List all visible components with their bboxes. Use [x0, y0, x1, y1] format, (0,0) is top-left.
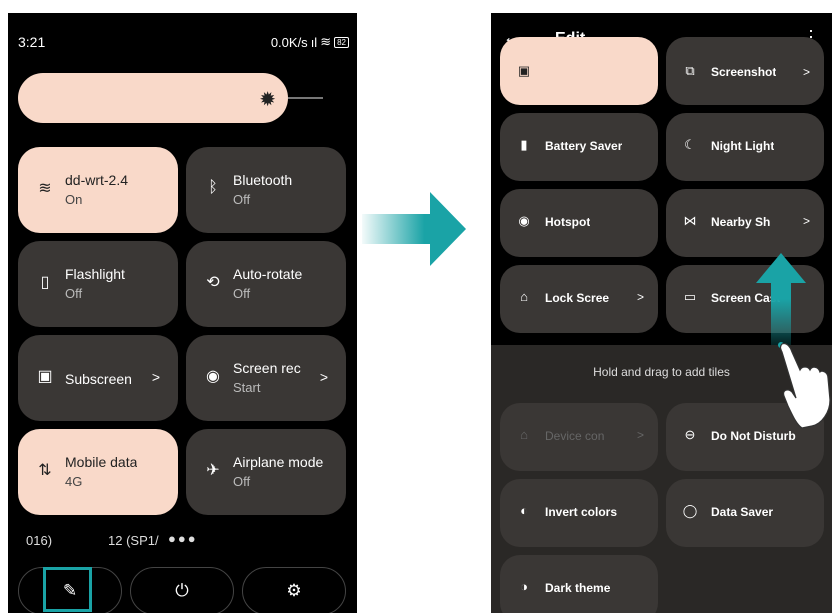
screen-icon: ▣: [517, 63, 531, 78]
edit-highlight-box: [43, 567, 92, 612]
tile-auto-rotate[interactable]: ⟲ Auto-rotate Off: [186, 241, 346, 327]
lock-icon: ⌂: [520, 289, 528, 304]
settings-button[interactable]: ⚙: [242, 567, 346, 613]
brightness-track[interactable]: [288, 97, 323, 99]
hotspot-icon: ◉: [518, 213, 530, 228]
page-indicator: ●●●: [168, 531, 198, 546]
tile-label: Bluetooth: [233, 172, 293, 188]
airplane-icon: ✈: [206, 462, 220, 479]
tile-label: Hotspot: [545, 215, 591, 229]
tile-label: Nearby Sh: [711, 215, 771, 229]
tile-lock-screen[interactable]: ⌂ Lock Scree >: [500, 265, 658, 333]
tile-status: Off: [233, 192, 251, 207]
chevron-right-icon: >: [151, 369, 160, 385]
wifi-status-icon: ≋: [320, 34, 332, 49]
flashlight-icon: ▯: [40, 274, 50, 291]
tile-label: Screenshot: [711, 65, 777, 79]
tile-battery-saver[interactable]: ▮ Battery Saver: [500, 113, 658, 181]
build-number: 016): [26, 533, 53, 548]
power-button[interactable]: ⏻: [130, 567, 234, 613]
tile-status: Start: [233, 380, 261, 395]
moon-icon: ☾: [684, 137, 696, 152]
tile-label: Data Saver: [711, 505, 774, 519]
chevron-right-icon: >: [636, 428, 644, 442]
tile-screen-record[interactable]: ◉ Screen rec Start >: [186, 335, 346, 421]
tile-label: Device con: [545, 429, 605, 443]
home-icon: ⌂: [520, 427, 528, 442]
tile-partial[interactable]: ▣: [500, 37, 658, 105]
battery-icon: 82: [334, 36, 349, 48]
quick-settings-screen: 3:21 0.0K/s ıl ≋ 82 ✹ ≋ dd-wrt-2.4 On ᛒ …: [8, 13, 357, 613]
rotate-icon: ⟲: [206, 274, 220, 291]
tile-status: 4G: [65, 474, 83, 489]
tile-label: Do Not Disturb: [711, 429, 796, 443]
data-saver-icon: ◯: [682, 503, 698, 518]
subscreen-icon: ▣: [37, 368, 53, 385]
brightness-slider[interactable]: ✹: [18, 73, 288, 123]
tile-device-controls[interactable]: ⌂ Device con >: [500, 403, 658, 471]
tile-data-saver[interactable]: ◯ Data Saver: [666, 479, 824, 547]
tile-flashlight[interactable]: ▯ Flashlight Off: [18, 241, 178, 327]
tile-label: Flashlight: [65, 266, 125, 282]
nearby-icon: ⋈: [683, 213, 697, 228]
wifi-icon: ≋: [38, 180, 52, 197]
chevron-right-icon: >: [636, 290, 644, 304]
tile-status: On: [65, 192, 83, 207]
cast-icon: ▭: [683, 289, 697, 304]
gear-icon: ⚙: [286, 581, 302, 600]
tile-label: Lock Scree: [545, 291, 610, 305]
tile-label: Battery Saver: [545, 139, 623, 153]
tile-label: Dark theme: [545, 581, 611, 595]
tile-label: dd-wrt-2.4: [65, 172, 129, 188]
tile-night-light[interactable]: ☾ Night Light: [666, 113, 824, 181]
status-icons: 0.0K/s ıl ≋ 82: [271, 34, 349, 50]
dark-theme-icon: ◑: [520, 579, 528, 594]
hand-pointer-icon: [779, 342, 831, 429]
bluetooth-icon: ᛒ: [208, 179, 218, 196]
network-speed: 0.0K/s: [270, 34, 308, 50]
record-icon: ◉: [206, 368, 220, 385]
dnd-icon: ⊖: [684, 427, 696, 442]
tile-status: Off: [233, 286, 251, 301]
tile-nearby-share[interactable]: ⋈ Nearby Sh >: [666, 189, 824, 257]
tile-label: Screen rec: [233, 360, 301, 376]
chevron-right-icon: >: [319, 369, 328, 385]
tile-label: Airplane mode: [233, 454, 324, 470]
tile-status: Off: [233, 474, 251, 489]
build-version: 12 (SP1/: [108, 533, 159, 548]
tile-bluetooth[interactable]: ᛒ Bluetooth Off: [186, 147, 346, 233]
tile-hotspot[interactable]: ◉ Hotspot: [500, 189, 658, 257]
tile-label: Night Light: [711, 139, 775, 153]
tile-label: Auto-rotate: [233, 266, 303, 282]
tile-wifi[interactable]: ≋ dd-wrt-2.4 On: [18, 147, 178, 233]
brightness-icon: ✹: [259, 89, 276, 111]
chevron-right-icon: >: [802, 65, 810, 79]
tile-label: Subscreen: [65, 371, 132, 387]
tile-label: Mobile data: [65, 454, 138, 470]
mobile-data-icon: ⇅: [38, 462, 52, 479]
tile-status: Off: [65, 286, 83, 301]
chevron-right-icon: >: [802, 214, 810, 228]
drag-up-arrow-icon: [756, 253, 806, 348]
tile-mobile-data[interactable]: ⇅ Mobile data 4G: [18, 429, 178, 515]
tile-dark-theme[interactable]: ◑ Dark theme: [500, 555, 658, 613]
tile-screenshot[interactable]: ⧉ Screenshot >: [666, 37, 824, 105]
tile-subscreen[interactable]: ▣ Subscreen >: [18, 335, 178, 421]
tile-airplane-mode[interactable]: ✈ Airplane mode Off: [186, 429, 346, 515]
signal-icon: ıl: [310, 34, 318, 50]
right-arrow-icon: [362, 192, 466, 266]
screenshot-icon: ⧉: [685, 63, 695, 78]
tile-invert-colors[interactable]: ◐ Invert colors: [500, 479, 658, 547]
power-icon: ⏻: [175, 581, 189, 600]
battery-icon: ▮: [520, 137, 528, 152]
tile-label: Invert colors: [545, 505, 618, 519]
invert-icon: ◐: [520, 503, 528, 518]
status-time: 3:21: [18, 34, 46, 50]
